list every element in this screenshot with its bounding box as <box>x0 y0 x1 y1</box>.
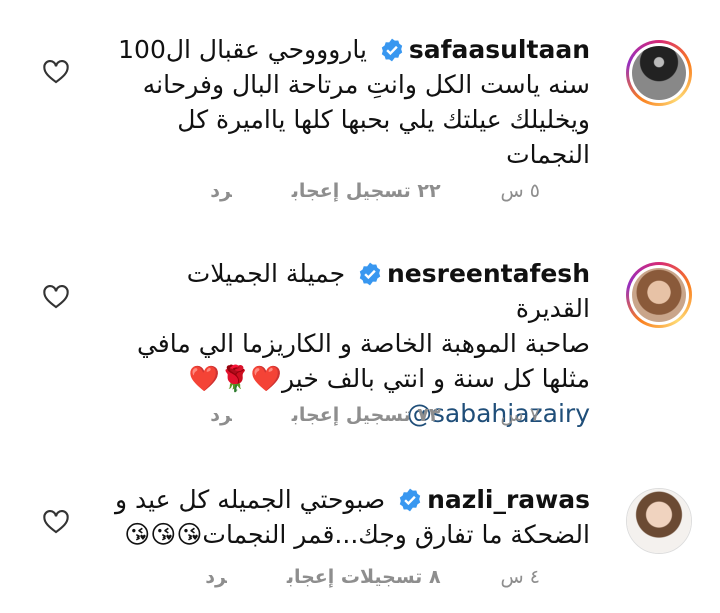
comment-line: صاحبة الموهبة الخاصة و الكاريزما الي ماف… <box>136 329 590 358</box>
comment-line: الضحكة ما تفارق وجك...قمر النجمات😘😘😘 <box>124 520 590 549</box>
comment-line: النجمات <box>506 140 590 169</box>
reply-button[interactable]: رد <box>210 404 232 426</box>
comment-username[interactable]: nesreentafesh <box>387 259 590 288</box>
verified-badge-icon <box>399 488 421 512</box>
comment-time: ٤ س <box>500 566 540 588</box>
comment-meta: ٧ س ٧٣ تسجيل إعجاب رد <box>150 404 540 426</box>
heart-outline-icon[interactable] <box>42 283 70 309</box>
reply-button[interactable]: رد <box>205 566 227 588</box>
comment-line: ياروووحي عقبال ال100 <box>118 35 367 64</box>
comment-username[interactable]: safaasultaan <box>409 35 590 64</box>
comment-username[interactable]: nazli_rawas <box>427 485 590 514</box>
comment-meta: ٤ س ٨ تسجيلات إعجاب رد <box>145 566 540 588</box>
comment-line: سنه ياست الكل وانتِ مرتاحة البال وفرحانه <box>142 70 590 99</box>
verified-badge-icon <box>359 262 381 286</box>
comment-likes[interactable]: ٢٢ تسجيل إعجاب <box>292 180 441 202</box>
heart-outline-icon[interactable] <box>42 58 70 84</box>
comment-line: صبوحتي الجميله كل عيد و <box>114 485 386 514</box>
avatar[interactable] <box>626 488 692 554</box>
comment-time: ٧ س <box>500 404 540 426</box>
comment-likes[interactable]: ٨ تسجيلات إعجاب <box>287 566 441 588</box>
comment-line: مثلها كل سنة و انتي بالف خير❤️🌹❤️ <box>188 364 590 393</box>
comment-line: ويخليلك عيلتك يلي بحبها كلها يااميرة كل <box>177 105 590 134</box>
avatar[interactable] <box>626 40 692 106</box>
comment-text: safaasultaan ياروووحي عقبال ال100 سنه يا… <box>110 32 590 172</box>
verified-badge-icon <box>381 38 403 62</box>
avatar[interactable] <box>626 262 692 328</box>
comment-time: ٥ س <box>500 180 540 202</box>
reply-button[interactable]: رد <box>210 180 232 202</box>
heart-outline-icon[interactable] <box>42 508 70 534</box>
comment-text: nazli_rawas صبوحتي الجميله كل عيد و الضح… <box>110 482 590 552</box>
comment-likes[interactable]: ٧٣ تسجيل إعجاب <box>292 404 441 426</box>
comment-meta: ٥ س ٢٢ تسجيل إعجاب رد <box>150 180 540 202</box>
